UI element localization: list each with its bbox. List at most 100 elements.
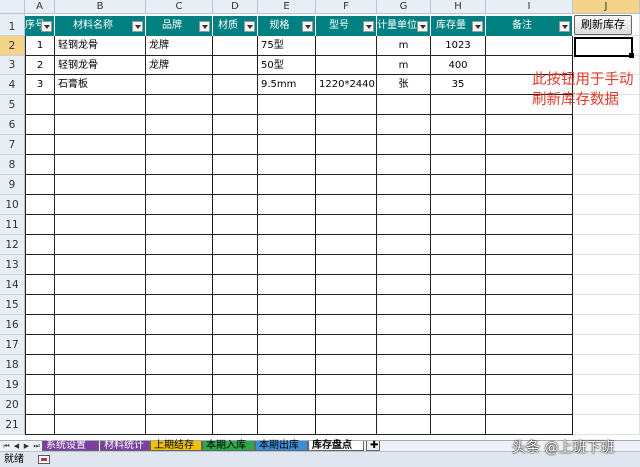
empty-cell[interactable] <box>573 195 640 215</box>
table-cell[interactable] <box>316 155 377 175</box>
table-cell[interactable] <box>316 36 377 56</box>
table-cell[interactable] <box>213 275 258 295</box>
row-header-12[interactable]: 12 <box>0 235 25 255</box>
row-header-4[interactable]: 4 <box>0 75 25 95</box>
row-header-15[interactable]: 15 <box>0 295 25 315</box>
table-cell[interactable]: m <box>377 36 431 56</box>
table-cell[interactable]: 50型 <box>258 56 316 75</box>
column-header-a[interactable]: A <box>25 0 55 14</box>
table-cell[interactable]: 轻钢龙骨 <box>55 56 146 75</box>
table-cell[interactable] <box>258 95 316 115</box>
table-cell[interactable] <box>25 155 55 175</box>
table-cell[interactable] <box>25 255 55 275</box>
table-cell[interactable] <box>431 155 486 175</box>
table-cell[interactable]: 9.5mm <box>258 75 316 95</box>
table-cell[interactable] <box>55 315 146 335</box>
macro-record-icon[interactable] <box>38 455 50 464</box>
table-cell[interactable] <box>146 175 213 195</box>
table-cell[interactable] <box>258 415 316 435</box>
table-cell[interactable]: 张 <box>377 75 431 95</box>
table-cell[interactable]: 1 <box>25 36 55 56</box>
table-cell[interactable] <box>486 355 573 375</box>
table-cell[interactable] <box>431 235 486 255</box>
table-cell[interactable] <box>377 155 431 175</box>
sheet-tab[interactable]: 材料统计 <box>100 441 150 451</box>
row-header-21[interactable]: 21 <box>0 415 25 435</box>
table-cell[interactable] <box>55 295 146 315</box>
table-cell[interactable] <box>25 235 55 255</box>
table-cell[interactable] <box>377 355 431 375</box>
table-cell[interactable] <box>25 115 55 135</box>
table-cell[interactable]: 75型 <box>258 36 316 56</box>
table-cell[interactable] <box>258 195 316 215</box>
table-cell[interactable] <box>146 395 213 415</box>
filter-dropdown-icon[interactable] <box>41 21 52 32</box>
table-cell[interactable] <box>258 295 316 315</box>
table-cell[interactable] <box>213 135 258 155</box>
table-cell[interactable] <box>146 195 213 215</box>
table-cell[interactable] <box>213 115 258 135</box>
table-cell[interactable] <box>25 355 55 375</box>
table-cell[interactable] <box>25 135 55 155</box>
column-header-f[interactable]: F <box>316 0 377 14</box>
table-cell[interactable] <box>258 115 316 135</box>
table-cell[interactable] <box>316 215 377 235</box>
table-cell[interactable] <box>146 355 213 375</box>
table-cell[interactable] <box>377 375 431 395</box>
table-cell[interactable]: 400 <box>431 56 486 75</box>
column-header-d[interactable]: D <box>213 0 258 14</box>
empty-cell[interactable] <box>573 135 640 155</box>
table-cell[interactable] <box>213 255 258 275</box>
table-cell[interactable] <box>258 155 316 175</box>
next-sheet-icon[interactable]: ▶ <box>22 441 31 451</box>
table-cell[interactable] <box>377 315 431 335</box>
last-sheet-icon[interactable]: ⏭ <box>32 441 41 451</box>
table-cell[interactable] <box>431 315 486 335</box>
table-cell[interactable] <box>316 335 377 355</box>
table-cell[interactable] <box>258 275 316 295</box>
filter-dropdown-icon[interactable] <box>559 21 570 32</box>
table-cell[interactable] <box>486 36 573 56</box>
row-header-8[interactable]: 8 <box>0 155 25 175</box>
table-cell[interactable] <box>431 175 486 195</box>
table-cell[interactable] <box>213 195 258 215</box>
table-cell[interactable] <box>213 95 258 115</box>
table-cell[interactable] <box>55 255 146 275</box>
table-cell[interactable] <box>316 195 377 215</box>
table-cell[interactable] <box>213 375 258 395</box>
table-cell[interactable]: 3 <box>25 75 55 95</box>
table-cell[interactable] <box>431 95 486 115</box>
table-cell[interactable] <box>258 175 316 195</box>
table-cell[interactable] <box>316 235 377 255</box>
table-cell[interactable] <box>431 215 486 235</box>
column-header-j[interactable]: J <box>573 0 640 14</box>
refresh-inventory-button[interactable]: 刷新库存 <box>574 15 632 35</box>
table-cell[interactable] <box>25 315 55 335</box>
table-cell[interactable] <box>55 355 146 375</box>
table-cell[interactable] <box>25 335 55 355</box>
table-cell[interactable]: 35 <box>431 75 486 95</box>
table-cell[interactable] <box>213 395 258 415</box>
table-cell[interactable]: 1220*2440 <box>316 75 377 95</box>
filter-dropdown-icon[interactable] <box>363 21 374 32</box>
new-sheet-icon[interactable]: ✚ <box>366 441 380 451</box>
table-cell[interactable] <box>316 315 377 335</box>
table-cell[interactable] <box>25 275 55 295</box>
table-cell[interactable] <box>146 215 213 235</box>
table-cell[interactable] <box>25 95 55 115</box>
table-cell[interactable] <box>377 95 431 115</box>
table-cell[interactable] <box>25 375 55 395</box>
table-cell[interactable] <box>377 135 431 155</box>
row-header-19[interactable]: 19 <box>0 375 25 395</box>
empty-cell[interactable] <box>573 215 640 235</box>
table-cell[interactable] <box>55 375 146 395</box>
empty-cell[interactable] <box>573 315 640 335</box>
table-cell[interactable] <box>431 195 486 215</box>
prev-sheet-icon[interactable]: ◀ <box>12 441 21 451</box>
column-header-g[interactable]: G <box>377 0 431 14</box>
table-cell[interactable] <box>316 355 377 375</box>
row-header-11[interactable]: 11 <box>0 215 25 235</box>
table-cell[interactable] <box>213 235 258 255</box>
table-cell[interactable] <box>486 295 573 315</box>
table-cell[interactable] <box>146 75 213 95</box>
